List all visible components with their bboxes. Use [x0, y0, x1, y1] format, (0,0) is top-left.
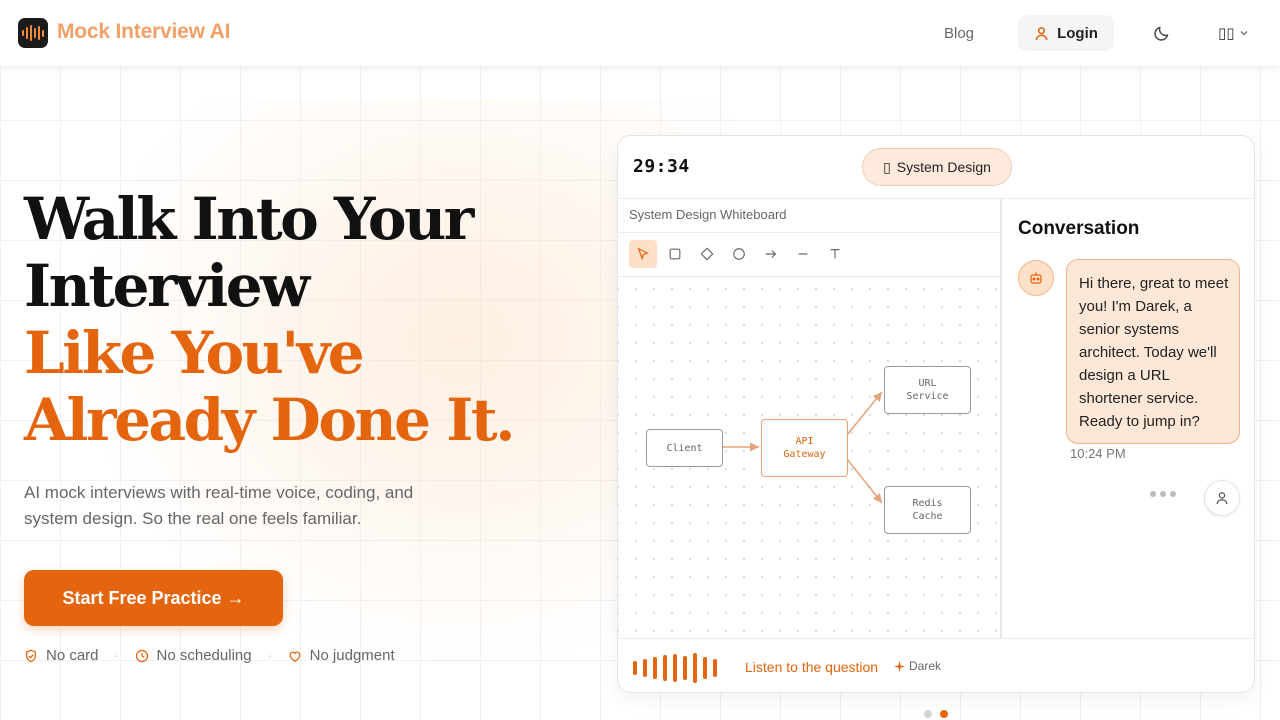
line-tool-icon[interactable] — [789, 240, 817, 268]
card-header: 29:34 ▯ System Design — [618, 136, 1254, 199]
pager-dot-active[interactable] — [940, 710, 948, 718]
topic-badge: ▯ System Design — [862, 148, 1012, 186]
node-client[interactable]: Client — [646, 429, 723, 467]
node-redis-cache[interactable]: Redis Cache — [884, 486, 971, 534]
sparkle-icon — [894, 660, 905, 672]
whiteboard-label: System Design Whiteboard — [629, 207, 787, 222]
node-url-service[interactable]: URL Service — [884, 366, 971, 414]
login-label: Login — [1057, 24, 1098, 42]
interviewer-message: Hi there, great to meet you! I'm Darek, … — [1066, 259, 1240, 444]
perk-no-judgment: No judgment — [288, 647, 395, 664]
select-tool-icon[interactable] — [629, 240, 657, 268]
diamond-tool-icon[interactable] — [693, 240, 721, 268]
text-tool-icon[interactable] — [821, 240, 849, 268]
listen-button[interactable]: Listen to the question — [745, 659, 878, 675]
topic-label: System Design — [896, 159, 991, 175]
logo-icon[interactable] — [18, 18, 48, 48]
interview-demo-card: 29:34 ▯ System Design System Design Whit… — [617, 135, 1255, 693]
start-practice-button[interactable]: Start Free Practice → — [24, 570, 283, 626]
top-nav: Mock Interview AI Blog Login ▯▯ — [0, 0, 1280, 66]
perk-no-card: No card — [24, 647, 99, 664]
nav-blog-link[interactable]: Blog — [944, 25, 974, 42]
circle-tool-icon[interactable] — [725, 240, 753, 268]
hero-subtitle: AI mock interviews with real-time voice,… — [24, 483, 414, 528]
interview-timer: 29:34 — [633, 156, 690, 177]
pager-dot[interactable] — [924, 710, 932, 718]
topic-icon: ▯ — [883, 158, 891, 175]
hero-title-line: Walk Into Your — [24, 185, 474, 253]
language-label: ▯▯ — [1218, 25, 1235, 42]
divider — [618, 232, 1001, 233]
audio-bar: Listen to the question Darek — [618, 638, 1254, 692]
whiteboard-toolbar — [629, 240, 849, 268]
clock-icon — [135, 649, 148, 662]
message-timestamp: 10:24 PM — [1070, 446, 1126, 461]
language-selector[interactable]: ▯▯ — [1218, 24, 1249, 42]
perk-no-scheduling: No scheduling — [135, 647, 252, 664]
separator: · — [267, 647, 273, 664]
conversation-title: Conversation — [1018, 218, 1140, 239]
bot-icon — [1018, 260, 1054, 296]
arrow-tool-icon[interactable] — [757, 240, 785, 268]
heart-icon — [289, 651, 301, 662]
shield-check-icon — [26, 649, 36, 662]
hero-title-line: Interview — [24, 252, 310, 320]
brand-name[interactable]: Mock Interview AI — [57, 20, 230, 44]
rectangle-tool-icon[interactable] — [661, 240, 689, 268]
login-button[interactable]: Login — [1018, 15, 1114, 51]
whiteboard-canvas[interactable]: Client API Gateway URL Service Redis Cac… — [618, 277, 1000, 638]
user-avatar-icon — [1204, 480, 1240, 516]
typing-indicator — [1150, 491, 1176, 497]
speaker-label: Darek — [894, 659, 941, 673]
moon-icon[interactable] — [1153, 24, 1171, 47]
chevron-down-icon — [1240, 31, 1248, 36]
carousel-pager — [924, 710, 948, 718]
audio-waveform-icon[interactable] — [633, 653, 717, 683]
perks-list: No card · No scheduling · No judgment — [24, 647, 395, 664]
separator: · — [114, 647, 120, 664]
hero-title-accent-line: Already Done It. — [24, 386, 515, 454]
user-icon — [1035, 26, 1048, 40]
panel-divider[interactable] — [1000, 199, 1002, 638]
node-api-gateway[interactable]: API Gateway — [761, 419, 848, 477]
hero-title-accent-line: Like You've — [24, 319, 365, 387]
hero-title: Walk Into Your Interview Like You've Alr… — [24, 185, 515, 454]
